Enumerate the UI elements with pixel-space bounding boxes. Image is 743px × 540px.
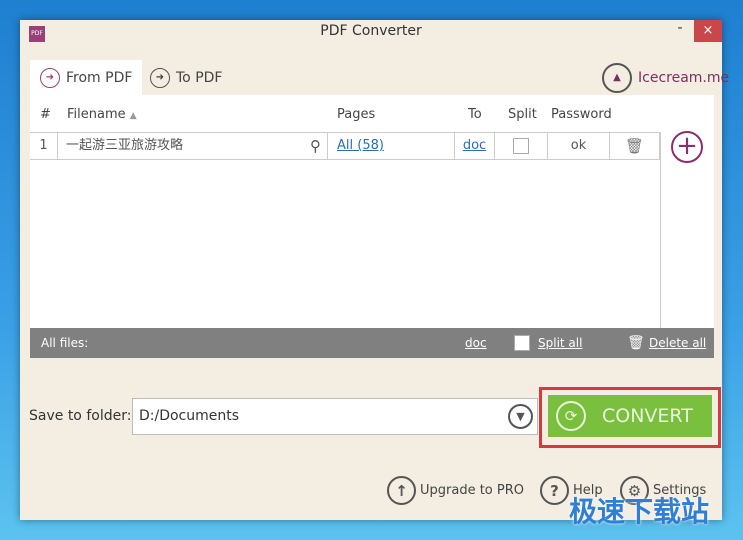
delete-all-link[interactable]: Delete all xyxy=(649,328,706,358)
split-all-link[interactable]: Split all xyxy=(538,328,582,358)
delete-all-icon[interactable]: 🗑 xyxy=(627,328,645,358)
convert-icon: ⟳ xyxy=(556,401,586,431)
icecream-logo-icon: ▲ xyxy=(602,62,632,93)
tab-from-pdf[interactable]: ➜ From PDF xyxy=(30,60,143,95)
minimize-button[interactable]: - xyxy=(670,20,690,44)
add-file-button[interactable]: + xyxy=(671,131,703,163)
pages-link[interactable]: All (58) xyxy=(337,138,384,153)
upgrade-button[interactable]: ↑ Upgrade to PRO xyxy=(387,476,524,505)
header-split: Split xyxy=(508,107,537,122)
column-divider xyxy=(660,132,661,328)
split-checkbox[interactable] xyxy=(513,138,529,154)
header-filename-label: Filename xyxy=(67,107,126,122)
convert-label: CONVERT xyxy=(602,405,693,427)
trash-icon[interactable]: 🗑 xyxy=(610,133,660,159)
table-row: 1 一起游三亚旅游攻略 ⚲ All (58) doc ok 🗑 xyxy=(30,132,660,160)
all-files-label: All files: xyxy=(41,336,89,350)
all-files-bar: All files: doc Split all 🗑 Delete all xyxy=(30,328,714,358)
filename: 一起游三亚旅游攻略 xyxy=(66,138,184,153)
upgrade-label: Upgrade to PRO xyxy=(420,483,524,498)
tab-to-pdf[interactable]: ➜ To PDF xyxy=(140,60,232,95)
tab-label: To PDF xyxy=(176,69,223,86)
dropdown-arrow-icon[interactable]: ▼ xyxy=(508,404,533,429)
header-password: Password xyxy=(551,107,612,122)
header-filename[interactable]: Filename ▲ xyxy=(67,95,137,130)
icecream-link[interactable]: ▲ Icecream.me xyxy=(592,60,739,95)
row-number: 1 xyxy=(30,133,58,159)
brand-label: Icecream.me xyxy=(638,69,730,86)
pages-cell: All (58) xyxy=(328,133,455,159)
watermark: 极速下载站 xyxy=(569,495,710,528)
convert-button[interactable]: ⟳ CONVERT xyxy=(548,395,712,437)
split-all-checkbox[interactable] xyxy=(514,335,530,351)
arrow-up-icon: ↑ xyxy=(387,476,416,505)
to-pdf-icon: ➜ xyxy=(150,67,170,88)
save-folder-value: D:/Documents xyxy=(139,408,240,424)
help-icon: ? xyxy=(540,476,569,505)
header-pages: Pages xyxy=(337,107,376,122)
header-num: # xyxy=(40,107,51,122)
filename-cell[interactable]: 一起游三亚旅游攻略 ⚲ xyxy=(58,133,328,159)
close-button[interactable]: × xyxy=(694,20,722,42)
all-format-link[interactable]: doc xyxy=(465,328,487,358)
to-cell: doc xyxy=(455,133,495,159)
search-icon[interactable]: ⚲ xyxy=(310,133,321,159)
file-table: # Filename ▲ Pages To Split Password 1 一… xyxy=(30,95,714,358)
split-cell xyxy=(495,133,548,159)
save-folder-input[interactable]: D:/Documents ▼ xyxy=(132,398,538,435)
from-pdf-icon: ➜ xyxy=(40,67,60,88)
header-to: To xyxy=(468,107,482,122)
window-title: PDF Converter xyxy=(320,23,422,39)
tab-label: From PDF xyxy=(66,69,133,86)
save-folder-label: Save to folder: xyxy=(29,408,132,424)
app-window: PDF PDF Converter - × ➜ From PDF ➜ To PD… xyxy=(20,20,729,520)
format-link[interactable]: doc xyxy=(463,138,486,153)
sort-asc-icon: ▲ xyxy=(129,111,137,121)
password-cell[interactable]: ok xyxy=(548,133,610,159)
